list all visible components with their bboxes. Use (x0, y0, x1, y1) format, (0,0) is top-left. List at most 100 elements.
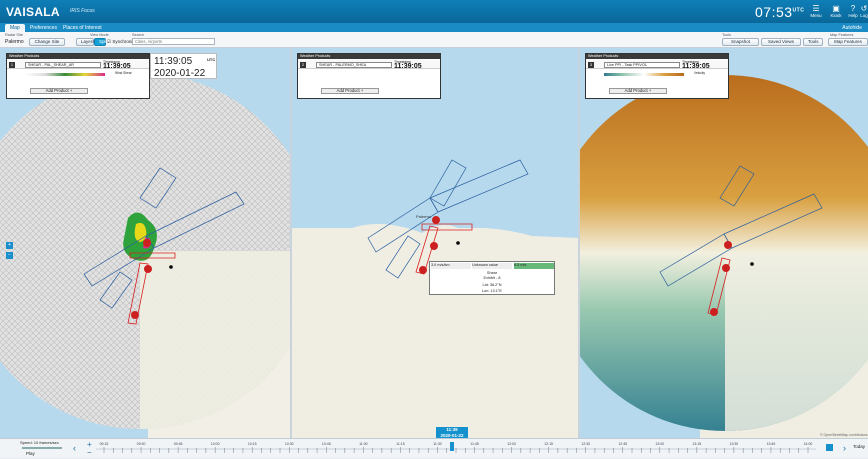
timeline-tick-label: 12:15 (544, 442, 553, 446)
vaisala-logo: VAISALA (6, 5, 60, 19)
popup-title: Shear (486, 271, 498, 275)
product-number: 1 (9, 62, 15, 68)
timeline-tick-label: 14:00 (804, 442, 813, 446)
map-marker[interactable] (724, 241, 732, 249)
map-attribution[interactable]: © OpenStreetMap contributors (820, 433, 868, 437)
map-marker[interactable] (722, 264, 730, 272)
product-number: 3 (588, 62, 594, 68)
autohide-toggle[interactable]: Autohide (842, 24, 862, 32)
timeline-tick-label: 11:00 (359, 442, 368, 446)
timeline-tick-label: 10:15 (248, 442, 257, 446)
timeline-end-handle[interactable] (826, 444, 833, 451)
add-product-button[interactable]: Add Product + (609, 88, 667, 94)
radar-site-label: Radar Site (5, 33, 23, 37)
velocity-legend (604, 73, 684, 76)
menu-icon[interactable]: ☰ Menu (808, 4, 824, 18)
timeline-ticks: 09:15 09:30 09:45 10:00 10:15 10:30 10:45 11:00… (100, 442, 813, 453)
map-marker[interactable] (432, 216, 440, 224)
map-features-label: Map Features (830, 33, 854, 37)
prev-button[interactable]: ‹ (73, 443, 76, 453)
tab-map[interactable]: Map (5, 24, 25, 32)
map-marker[interactable] (710, 308, 718, 316)
product-row: 1 SHEAR - PAL_SHEAR_AR Timestamp 11:39:0… (7, 60, 149, 70)
product-row: 3 Live PPI - Task PPIVOL Timestamp 11:39… (586, 60, 728, 70)
tab-preferences[interactable]: Preferences (25, 24, 62, 32)
play-button[interactable]: Play (26, 451, 35, 456)
weather-products-header: Weather Products (298, 54, 440, 59)
logout-icon[interactable]: ↺ Log (859, 4, 868, 18)
big-date: 2020-01-22 (154, 68, 206, 79)
timeline-tick-label: 12:00 (507, 442, 516, 446)
timeline-tick-label: 10:30 (285, 442, 294, 446)
map-1-canvas[interactable] (0, 48, 292, 438)
add-product-button[interactable]: Add Product + (30, 88, 88, 94)
map-marker[interactable] (131, 311, 139, 319)
popup-value-3: 6.5 m/s (514, 263, 554, 269)
weather-products-header: Weather Products (586, 54, 728, 59)
map-panel-3[interactable]: Weather Products 3 Live PPI - Task PPIVO… (580, 48, 868, 438)
weather-products-header: Weather Products (7, 54, 149, 59)
tab-bar: Map Preferences Places of Interest Autoh… (0, 23, 868, 32)
kiosk-icon[interactable]: ▣ Kiosk (828, 4, 844, 18)
map-marker[interactable] (430, 242, 438, 250)
legend-label: Velocity (694, 71, 705, 75)
map-panel-2[interactable]: Palermo Weather Products 2 SHEAR - PALER… (292, 48, 580, 438)
add-product-button[interactable]: Add Product + (321, 88, 379, 94)
popup-subtitle: Exhibit - 8 (483, 276, 501, 280)
timeline-tick-label: 09:30 (137, 442, 146, 446)
map-2-canvas[interactable]: Palermo (292, 48, 580, 438)
land-area (292, 224, 578, 438)
timeline-tick-label: 12:45 (618, 442, 627, 446)
popup-value-2: Unknown value (472, 263, 512, 269)
today-button[interactable]: Today (853, 444, 865, 449)
product-timestamp: 11:39:05 (682, 63, 710, 70)
split-view-button[interactable]: Split (94, 38, 108, 46)
popup-lon: Lon: 13.1°E (482, 289, 502, 293)
map-3-canvas[interactable] (580, 48, 868, 438)
weather-products-box: Weather Products 2 SHEAR - PALERMO_SHEA … (297, 53, 441, 99)
saved-views-button[interactable]: Saved Views (761, 38, 801, 46)
checkbox-icon: ☑ (107, 39, 112, 44)
change-site-button[interactable]: Change Site (29, 38, 65, 46)
snapshot-button[interactable]: Snapshot (722, 38, 759, 46)
zoom-out-button[interactable]: − (6, 252, 13, 259)
product-dropdown[interactable]: SHEAR - PALERMO_SHEA (316, 62, 392, 68)
product-dropdown[interactable]: SHEAR - PAL_SHEAR_AR (25, 62, 101, 68)
top-bar: VAISALA IRIS Focus 07:53UTC ☰ Menu ▣ Kiosk… (0, 0, 868, 23)
timeline-cursor[interactable] (450, 442, 454, 451)
next-button[interactable]: › (843, 443, 846, 453)
timeline-track[interactable]: 09:15 09:30 09:45 10:00 10:15 10:30 10:45 11:00… (96, 439, 816, 459)
clock-unit: UTC (792, 7, 805, 14)
popup-lat: Lat: 38.2°N (482, 283, 502, 287)
map-marker[interactable] (419, 266, 427, 274)
big-timestamp: 11:39:05 UTC 2020-01-22 (150, 53, 217, 79)
radar-site-marker (750, 262, 754, 266)
speed-slider[interactable] (22, 447, 62, 449)
timeline-tick-label: 09:15 (100, 442, 109, 446)
place-label: Palermo (416, 214, 432, 219)
product-dropdown[interactable]: Live PPI - Task PPIVOL (604, 62, 680, 68)
zoom-out-timeline-button[interactable]: − (87, 448, 92, 457)
timeline-tick-label: 10:00 (211, 442, 220, 446)
timeline-tick-label: 09:45 (174, 442, 183, 446)
map-marker[interactable] (144, 265, 152, 273)
zoom-in-button[interactable]: + (6, 242, 13, 249)
map-features-button[interactable]: Map Features (828, 38, 868, 46)
product-number: 2 (300, 62, 306, 68)
timeline-tick-label: 11:15 (396, 442, 405, 446)
timeline-tick-label: 13:00 (655, 442, 664, 446)
tools-button[interactable]: Tools (803, 38, 823, 46)
product-timestamp: 11:39:05 (103, 63, 131, 70)
utc-clock: 07:53UTC (755, 4, 804, 20)
map-panel-1[interactable]: Weather Products 1 SHEAR - PAL_SHEAR_AR … (0, 48, 292, 438)
layers-button[interactable]: Layers (76, 38, 95, 46)
search-input[interactable] (132, 38, 215, 45)
radar-site-marker (456, 241, 460, 245)
timeline-tick-label: 13:45 (767, 442, 776, 446)
timeline-tick-label: 13:30 (730, 442, 739, 446)
timeline-tick-label: 11:45 (470, 442, 479, 446)
speed-label: Speed: 10 frames/sec (20, 440, 59, 445)
tab-places-of-interest[interactable]: Places of Interest (58, 24, 107, 32)
product-timestamp: 11:39:05 (394, 63, 422, 70)
map-marker[interactable] (143, 239, 151, 247)
